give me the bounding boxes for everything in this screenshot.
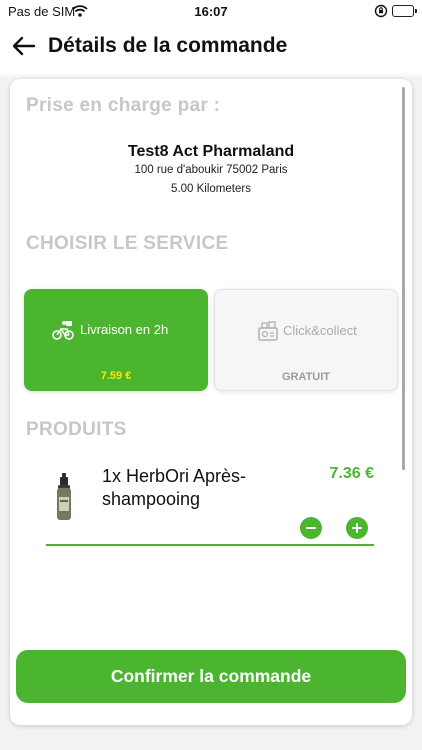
decrease-quantity-button[interactable]: [300, 517, 322, 539]
delivery-label: Livraison en 2h: [80, 322, 169, 337]
service-option-click-collect[interactable]: Click&collect GRATUIT: [214, 289, 398, 391]
increase-quantity-button[interactable]: [346, 517, 368, 539]
battery-icon: [392, 5, 417, 17]
pickup-heading: Prise en charge par :: [26, 95, 221, 116]
click-collect-label: Click&collect: [283, 323, 357, 338]
bike-delivery-icon: [52, 319, 74, 341]
product-bottle-image: [52, 473, 76, 521]
product-price: 7.36 €: [329, 465, 374, 482]
page-title: Détails de la commande: [48, 34, 288, 57]
pharmacy-address: 100 rue d'aboukir 75002 Paris: [134, 164, 288, 176]
app-header: Détails de la commande: [0, 24, 422, 72]
header-shadow: [0, 72, 422, 78]
products-heading: PRODUITS: [26, 419, 127, 440]
orientation-lock-icon: [374, 4, 388, 21]
product-name: 1x HerbOri Après-shampooing: [102, 466, 247, 509]
pharmacy-distance: 5.00 Kilometers: [171, 183, 251, 195]
status-time: 16:07: [194, 4, 228, 19]
click-collect-price: GRATUIT: [281, 371, 331, 383]
service-option-delivery[interactable]: Livraison en 2h 7.59 €: [24, 289, 208, 391]
delivery-price: 7.59 €: [100, 370, 132, 382]
store-pickup-icon: [257, 320, 279, 342]
product-divider: [46, 544, 374, 546]
service-heading: CHOISIR LE SERVICE: [26, 233, 229, 254]
back-arrow-icon[interactable]: [10, 34, 38, 58]
status-bar: Pas de SIM 16:07: [0, 0, 422, 24]
pharmacy-name: Test8 Act Pharmaland: [127, 143, 295, 160]
order-details-card: Prise en charge par : Test8 Act Pharmala…: [10, 79, 412, 725]
confirm-order-button[interactable]: Confirmer la commande: [16, 650, 406, 703]
